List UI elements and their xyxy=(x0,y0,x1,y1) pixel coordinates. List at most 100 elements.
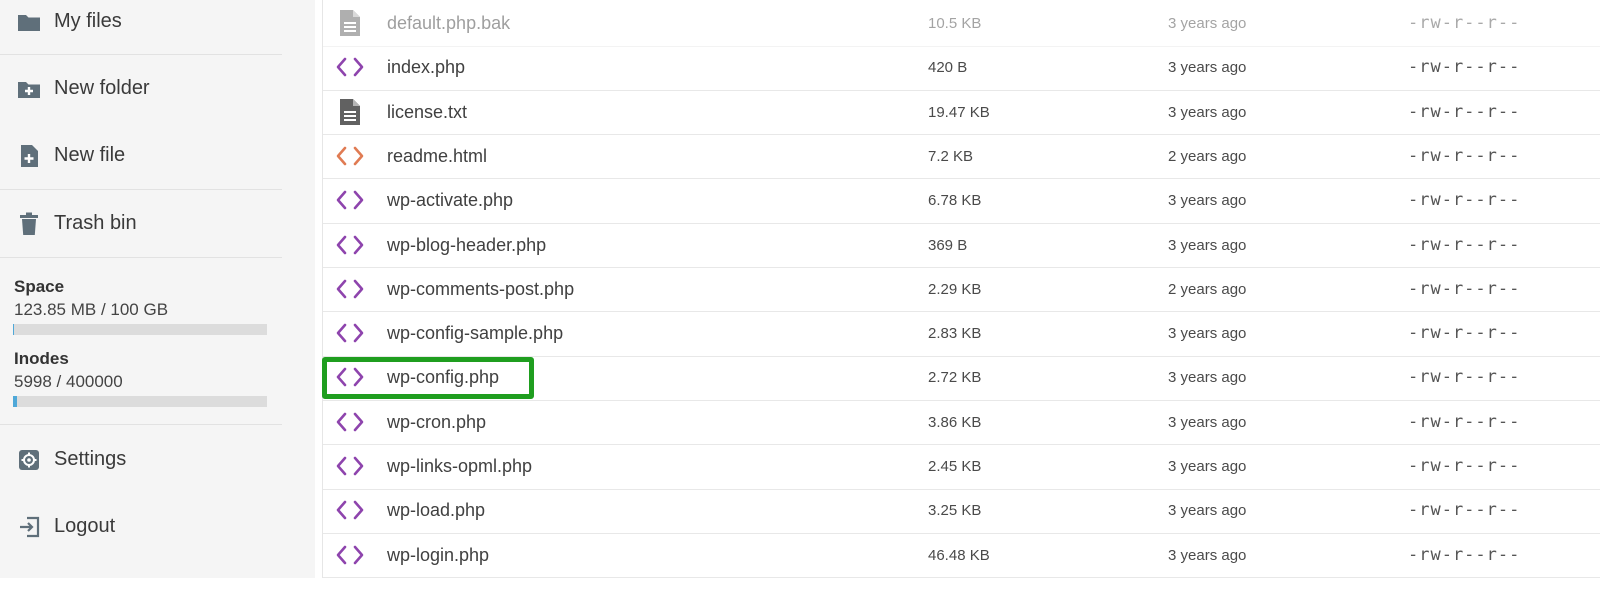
file-permissions: -rw-r--r-- xyxy=(1408,190,1521,211)
file-size: 19.47 KB xyxy=(928,103,990,121)
file-name[interactable]: license.txt xyxy=(387,102,467,123)
folder-icon xyxy=(17,10,41,34)
file-modified: 3 years ago xyxy=(1168,546,1247,564)
file-row[interactable]: wp-activate.php 6.78 KB 3 years ago -rw-r--… xyxy=(323,178,1600,224)
file-list: default.php.bak 10.5 KB 3 years ago -rw-r--… xyxy=(322,0,1600,579)
file-modified: 3 years ago xyxy=(1168,103,1247,121)
file-row[interactable]: wp-blog-header.php 369 B 3 years ago -rw-r-… xyxy=(323,223,1600,268)
file-row[interactable]: default.php.bak 10.5 KB 3 years ago -rw-r--… xyxy=(323,1,1600,47)
file-permissions: -rw-r--r-- xyxy=(1408,101,1521,122)
file-permissions: -rw-r--r-- xyxy=(1408,278,1521,299)
space-progress-bar xyxy=(13,324,267,335)
file-plus-icon xyxy=(17,144,41,168)
nav-my-files[interactable]: My files xyxy=(0,0,282,55)
code-icon xyxy=(335,54,365,80)
file-size: 2.72 KB xyxy=(928,369,982,387)
divider xyxy=(0,424,282,425)
file-modified: 2 years ago xyxy=(1168,280,1247,298)
code-icon xyxy=(335,542,365,568)
sidebar: My files New folder New file Trash bin S… xyxy=(0,0,315,578)
file-modified: 3 years ago xyxy=(1168,458,1247,475)
file-permissions: -rw-r--r-- xyxy=(1408,456,1521,476)
nav-settings-label: Settings xyxy=(54,448,127,470)
file-name[interactable]: readme.html xyxy=(387,146,487,167)
code-icon xyxy=(335,320,365,346)
code-icon xyxy=(335,497,365,523)
html-code-icon xyxy=(335,143,365,169)
file-modified: 2 years ago xyxy=(1168,147,1247,165)
nav-logout[interactable]: Logout xyxy=(0,493,282,560)
code-icon xyxy=(335,409,365,435)
file-modified: 3 years ago xyxy=(1168,413,1247,431)
file-name[interactable]: wp-login.php xyxy=(387,545,489,566)
file-size: 46.48 KB xyxy=(928,546,990,564)
file-size: 3.86 KB xyxy=(928,413,982,431)
file-permissions: -rw-r--r-- xyxy=(1408,13,1521,33)
file-modified: 3 years ago xyxy=(1168,502,1247,520)
document-icon xyxy=(335,10,365,36)
file-name[interactable]: wp-comments-post.php xyxy=(387,279,574,300)
file-row[interactable]: wp-config.php 2.72 KB 3 years ago -rw-r--r-… xyxy=(323,355,1600,401)
file-row[interactable]: wp-load.php 3.25 KB 3 years ago -rw-r--r-- xyxy=(323,488,1600,534)
file-row[interactable]: wp-comments-post.php 2.29 KB 2 years ago -r… xyxy=(323,267,1600,313)
file-name[interactable]: wp-links-opml.php xyxy=(387,456,532,477)
file-size: 7.2 KB xyxy=(928,147,974,165)
nav-settings[interactable]: Settings xyxy=(0,426,282,493)
file-modified: 3 years ago xyxy=(1168,236,1247,254)
file-permissions: -rw-r--r-- xyxy=(1408,234,1521,255)
file-name[interactable]: wp-cron.php xyxy=(387,412,486,433)
file-modified: 3 years ago xyxy=(1168,325,1247,343)
file-size: 2.45 KB xyxy=(928,458,982,475)
nav-trash-bin[interactable]: Trash bin xyxy=(0,190,282,257)
file-size: 369 B xyxy=(928,236,968,254)
file-modified: 3 years ago xyxy=(1168,369,1247,387)
nav-logout-label: Logout xyxy=(54,515,116,537)
file-modified: 3 years ago xyxy=(1168,15,1247,32)
file-permissions: -rw-r--r-- xyxy=(1408,367,1521,388)
file-name[interactable]: wp-activate.php xyxy=(387,190,513,211)
nav-new-folder[interactable]: New folder xyxy=(0,55,282,122)
file-size: 420 B xyxy=(928,59,968,77)
file-row[interactable]: wp-login.php 46.48 KB 3 years ago -rw-r--r-… xyxy=(323,533,1600,579)
file-size: 10.5 KB xyxy=(928,15,982,32)
nav-my-files-label: My files xyxy=(54,10,122,32)
file-row[interactable]: wp-cron.php 3.86 KB 3 years ago -rw-r--r-- xyxy=(323,400,1600,446)
nav-new-file[interactable]: New file xyxy=(0,122,282,189)
file-permissions: -rw-r--r-- xyxy=(1408,544,1521,565)
file-size: 2.83 KB xyxy=(928,325,982,343)
inodes-progress-bar xyxy=(13,396,267,407)
file-row[interactable]: readme.html 7.2 KB 2 years ago -rw-r--r-- xyxy=(323,134,1600,180)
file-modified: 3 years ago xyxy=(1168,59,1247,77)
divider xyxy=(0,257,282,258)
file-name[interactable]: wp-load.php xyxy=(387,500,485,521)
file-name[interactable]: default.php.bak xyxy=(387,13,510,34)
file-modified: 3 years ago xyxy=(1168,192,1247,210)
file-permissions: -rw-r--r-- xyxy=(1408,57,1521,78)
file-name[interactable]: wp-config-sample.php xyxy=(387,323,563,344)
file-row[interactable]: wp-links-opml.php 2.45 KB 3 years ago -rw-r… xyxy=(323,444,1600,490)
file-size: 2.29 KB xyxy=(928,280,982,298)
folder-plus-icon xyxy=(17,77,41,101)
file-permissions: -rw-r--r-- xyxy=(1408,323,1521,344)
inodes-title: Inodes xyxy=(14,349,69,368)
inodes-value: 5998 / 400000 xyxy=(14,372,123,391)
logout-icon xyxy=(17,515,41,539)
file-row[interactable]: wp-config-sample.php 2.83 KB 3 years ago -r… xyxy=(323,311,1600,357)
file-name[interactable]: wp-blog-header.php xyxy=(387,235,546,256)
nav-new-file-label: New file xyxy=(54,144,126,166)
code-icon xyxy=(335,364,365,390)
file-permissions: -rw-r--r-- xyxy=(1408,411,1521,432)
file-name[interactable]: wp-config.php xyxy=(387,367,499,388)
file-size: 3.25 KB xyxy=(928,502,982,520)
code-icon xyxy=(335,453,365,479)
code-icon xyxy=(335,187,365,213)
nav-new-folder-label: New folder xyxy=(54,77,150,99)
file-row[interactable]: index.php 420 B 3 years ago -rw-r--r-- xyxy=(323,45,1600,91)
file-row[interactable]: license.txt 19.47 KB 3 years ago -rw-r--r-- xyxy=(323,90,1600,136)
document-icon xyxy=(335,98,365,125)
file-permissions: -rw-r--r-- xyxy=(1408,500,1521,521)
file-name[interactable]: index.php xyxy=(387,57,465,78)
file-size: 6.78 KB xyxy=(928,192,982,210)
space-value: 123.85 MB / 100 GB xyxy=(14,300,169,319)
space-title: Space xyxy=(14,277,65,296)
